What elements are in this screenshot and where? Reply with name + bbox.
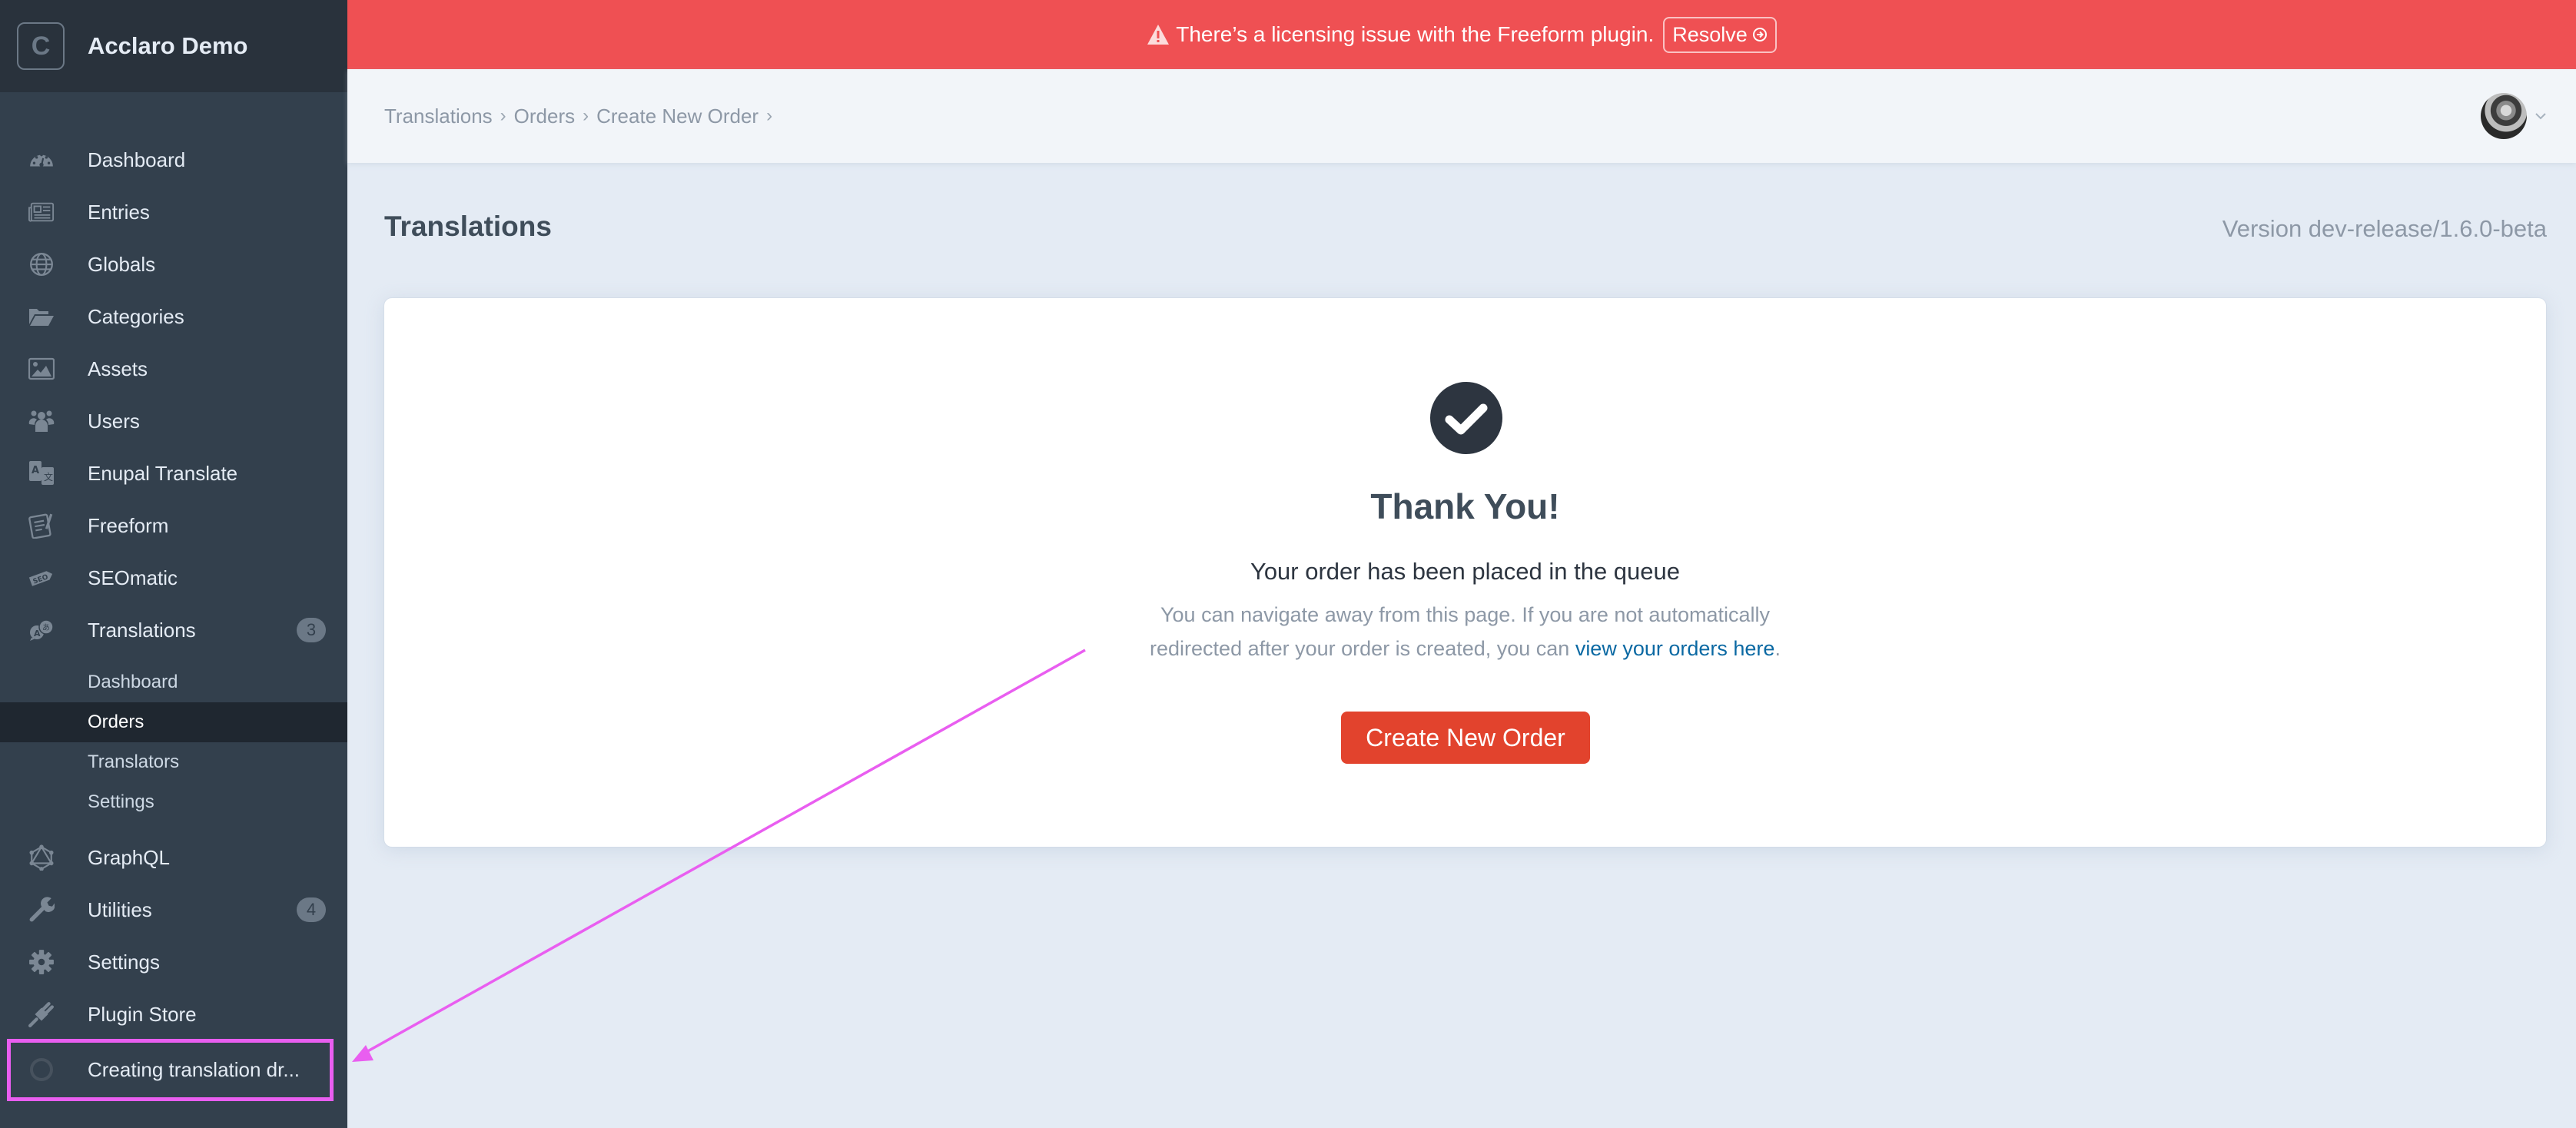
folder-open-icon [28, 303, 55, 330]
nav-item-users[interactable]: Users [0, 395, 347, 447]
translations-count-badge: 3 [297, 618, 326, 642]
info-suffix: . [1774, 637, 1781, 660]
breadcrumb-create-new-order[interactable]: Create New Order [596, 105, 759, 128]
nav-item-categories[interactable]: Categories [0, 290, 347, 343]
globe-icon [28, 250, 55, 278]
site-name[interactable]: Acclaro Demo [88, 32, 247, 60]
nav-item-plugin-store[interactable]: Plugin Store [0, 988, 347, 1040]
nav-label: Translations [88, 618, 196, 642]
resolve-button[interactable]: Resolve [1663, 16, 1777, 53]
nav-item-globals[interactable]: Globals [0, 238, 347, 290]
chevron-down-icon [2535, 113, 2546, 120]
breadcrumb-orders[interactable]: Orders [514, 105, 575, 128]
nav-item-enupal-translate[interactable]: A文 Enupal Translate [0, 447, 347, 499]
sidebar: C Acclaro Demo Dashboard Entries Globals [0, 0, 347, 1128]
gear-icon [28, 948, 55, 976]
utilities-count-badge: 4 [297, 897, 326, 922]
translation-bubbles-icon: Aあ [28, 616, 55, 644]
nav-label: GraphQL [88, 845, 170, 869]
subnav-item-orders[interactable]: Orders [0, 702, 347, 742]
newspaper-icon [28, 198, 55, 226]
nav-label: Utilities [88, 897, 152, 921]
resolve-label: Resolve [1672, 22, 1748, 46]
subnav-item-dashboard[interactable]: Dashboard [0, 662, 347, 702]
nav-item-seomatic[interactable]: SEO SEOmatic [0, 552, 347, 604]
avatar[interactable] [2481, 93, 2527, 139]
subnav-label: Orders [88, 712, 144, 732]
svg-text:SEO: SEO [32, 573, 50, 586]
nav-item-assets[interactable]: Assets [0, 343, 347, 395]
breadcrumb-separator: › [583, 105, 589, 126]
view-orders-link[interactable]: view your orders here [1575, 637, 1775, 660]
graphql-icon [28, 844, 55, 871]
dashboard-gauge-icon [28, 146, 55, 174]
license-warning-banner: There’s a licensing issue with the Freef… [347, 0, 2576, 69]
nav-item-settings[interactable]: Settings [0, 936, 347, 988]
nav-item-translations[interactable]: Aあ Translations 3 [0, 604, 347, 656]
svg-text:あ: あ [42, 623, 50, 632]
nav-item-freeform[interactable]: Freeform [0, 499, 347, 552]
form-icon [28, 512, 55, 539]
breadcrumb: Translations › Orders › Create New Order… [384, 69, 780, 163]
nav-label: Categories [88, 304, 184, 328]
banner-message: There’s a licensing issue with the Freef… [1176, 22, 1655, 46]
image-icon [28, 355, 55, 383]
order-queued-message: Your order has been placed in the queue [1250, 558, 1680, 585]
subnav-item-settings[interactable]: Settings [0, 782, 347, 822]
arrow-circle-right-icon [1752, 28, 1767, 41]
seo-tag-icon: SEO [28, 564, 55, 592]
nav-label: Users [88, 409, 140, 433]
create-new-order-button[interactable]: Create New Order [1341, 712, 1590, 764]
nav-label: Entries [88, 200, 150, 224]
sidebar-header: C Acclaro Demo [0, 0, 347, 92]
svg-text:A: A [34, 629, 41, 639]
breadcrumb-separator: › [500, 105, 506, 126]
page-title: Translations [384, 211, 552, 242]
breadcrumb-translations[interactable]: Translations [384, 105, 493, 128]
nav-label: Settings [88, 950, 160, 974]
subnav-item-translators[interactable]: Translators [0, 742, 347, 782]
nav-item-entries[interactable]: Entries [0, 186, 347, 238]
warning-icon [1147, 25, 1170, 45]
site-logo[interactable]: C [17, 22, 65, 70]
svg-text:文: 文 [44, 471, 53, 483]
thank-you-heading: Thank You! [1370, 486, 1560, 526]
header-bar: Translations › Orders › Create New Order… [347, 69, 2576, 163]
subnav-label: Settings [88, 791, 154, 812]
nav-item-dashboard[interactable]: Dashboard [0, 134, 347, 186]
annotation-arrow-head [352, 1045, 373, 1062]
site-logo-letter: C [31, 31, 51, 61]
nav-label: Plugin Store [88, 1002, 197, 1026]
nav-label: Enupal Translate [88, 461, 238, 485]
info-line-2: redirected after your order is created, … [1150, 637, 1575, 660]
nav-label: Assets [88, 357, 148, 380]
job-progress-item[interactable]: Creating translation dr... [0, 1039, 347, 1100]
svg-text:A: A [32, 465, 39, 476]
redirect-info: You can navigate away from this page. If… [384, 598, 2546, 665]
breadcrumb-separator: › [766, 105, 773, 126]
account-menu[interactable] [2481, 93, 2548, 139]
wrench-icon [28, 896, 55, 924]
translate-icon: A文 [28, 459, 55, 487]
nav-label: SEOmatic [88, 566, 178, 589]
check-circle-icon [1430, 382, 1502, 454]
version-label: Version dev-release/1.6.0-beta [2222, 215, 2547, 242]
nav-label: Dashboard [88, 148, 186, 171]
nav-label: Freeform [88, 513, 169, 537]
info-line-1: You can navigate away from this page. If… [1160, 603, 1770, 626]
users-icon [28, 407, 55, 435]
plug-icon [28, 1000, 55, 1028]
spinner-icon [28, 1056, 55, 1083]
job-progress-label: Creating translation dr... [88, 1057, 300, 1081]
subnav-label: Dashboard [88, 672, 178, 692]
nav-item-graphql[interactable]: GraphQL [0, 831, 347, 884]
nav-label: Globals [88, 252, 156, 276]
subnav-label: Translators [88, 751, 180, 772]
confirmation-card: Thank You! Your order has been placed in… [384, 298, 2546, 847]
nav-item-utilities[interactable]: Utilities 4 [0, 884, 347, 936]
